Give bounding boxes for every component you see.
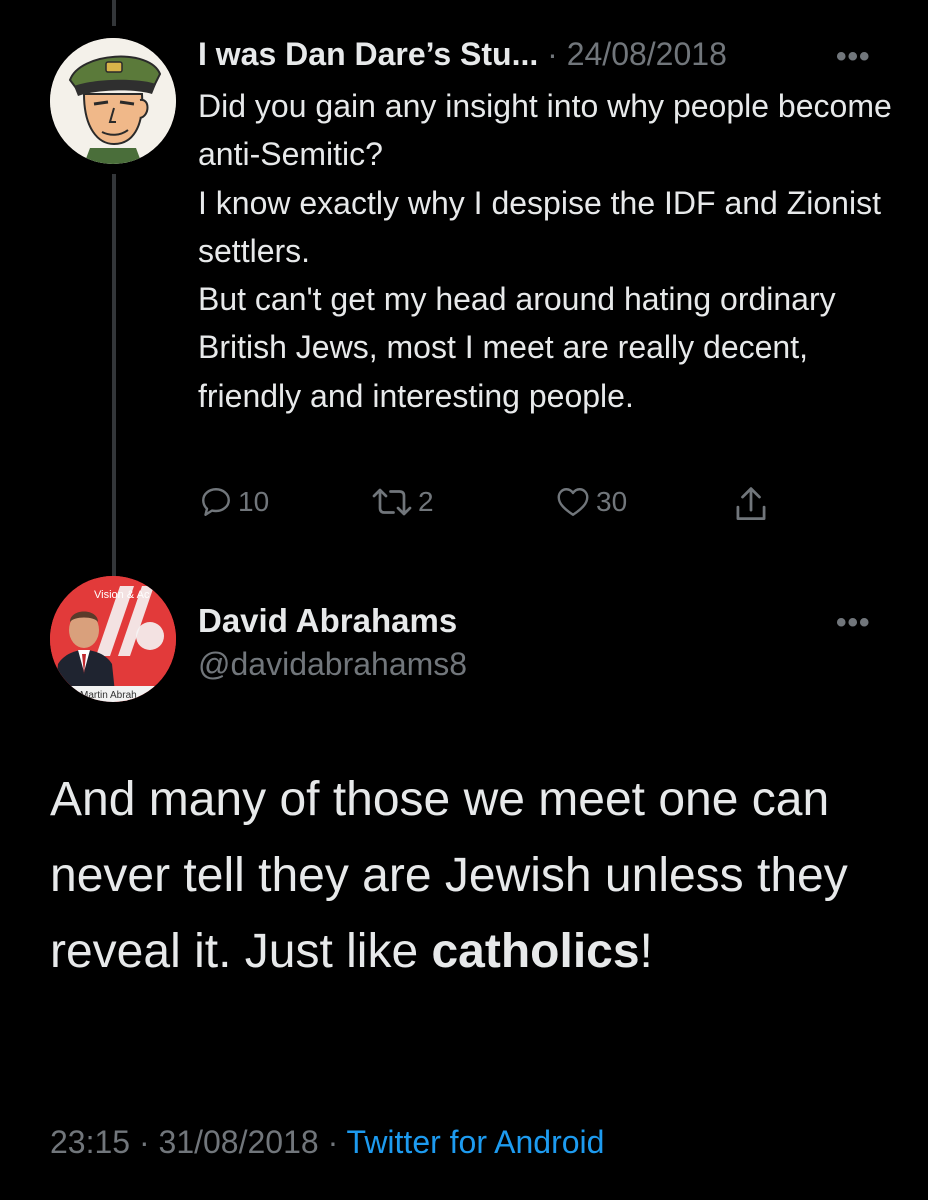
retweet-button[interactable]: 2 [370, 484, 434, 520]
profile-photo-avatar-icon: Martin Abrah Vision & Ac [50, 576, 176, 702]
retweet-count: 2 [418, 486, 434, 517]
share-button[interactable] [732, 484, 770, 524]
reply-button[interactable]: 10 [198, 484, 269, 520]
main-text-hashtag-bold: catholics [431, 925, 640, 978]
heart-icon [557, 488, 589, 516]
reply-display-name[interactable]: I was Dan Dare’s Stu... [198, 36, 538, 72]
main-avatar[interactable]: Martin Abrah Vision & Ac [50, 576, 176, 702]
reply-avatar[interactable] [50, 38, 176, 164]
main-more-icon[interactable]: ••• [836, 606, 871, 640]
main-tweet-text: And many of those we meet one can never … [50, 762, 890, 990]
reply-more-icon[interactable]: ••• [836, 40, 871, 74]
reply-separator: · [547, 36, 558, 72]
main-handle[interactable]: @davidabrahams8 [198, 646, 467, 683]
avatar-banner-text: Vision & Ac [94, 589, 150, 601]
reply-header: I was Dan Dare’s Stu... · 24/08/2018 [198, 34, 727, 74]
reply-count: 10 [238, 486, 270, 517]
tweet-source-link[interactable]: Twitter for Android [347, 1124, 605, 1160]
like-button[interactable]: 30 [554, 484, 627, 520]
retweet-icon [372, 488, 412, 516]
reply-actions: 10 2 30 [198, 484, 798, 524]
share-icon [736, 487, 766, 520]
reply-text-line: But can't get my head around hating ordi… [198, 281, 836, 414]
cartoon-pilot-avatar-icon [50, 38, 176, 164]
tweet-time: 23:15 [50, 1124, 131, 1160]
like-count: 30 [596, 486, 628, 517]
thread-line-top [112, 0, 116, 26]
main-text-end: ! [639, 925, 653, 978]
footer-separator: · [327, 1124, 339, 1160]
footer-separator: · [138, 1124, 150, 1160]
main-display-name[interactable]: David Abrahams [198, 602, 457, 640]
avatar-caption-text: Martin Abrah [80, 690, 137, 701]
tweet-date: 31/08/2018 [158, 1124, 319, 1160]
reply-date[interactable]: 24/08/2018 [567, 36, 727, 72]
reply-text-line: Did you gain any insight into why people… [198, 88, 892, 173]
reply-tweet-text: Did you gain any insight into why people… [198, 82, 898, 420]
thread-line-connector [112, 174, 116, 586]
tweet-footer: 23:15 · 31/08/2018 · Twitter for Android [50, 1124, 604, 1161]
comment-icon [202, 488, 230, 516]
reply-text-line: I know exactly why I despise the IDF and… [198, 184, 881, 269]
